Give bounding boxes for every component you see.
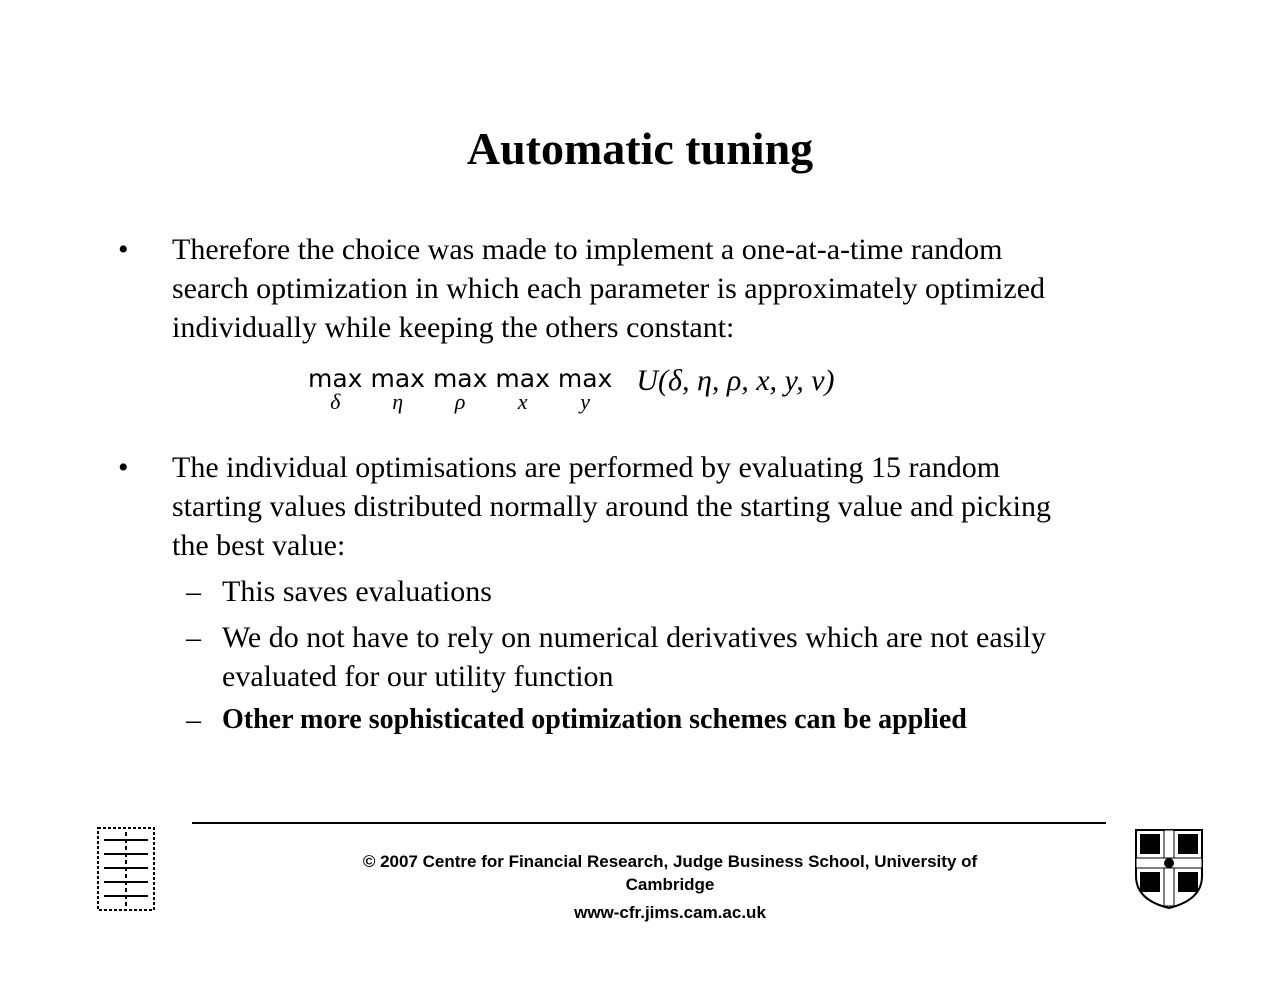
text-line: the best value: — [172, 529, 346, 562]
text-line: The individual optimisations are perform… — [172, 451, 1001, 484]
subscript: η — [392, 389, 404, 414]
text-line: This saves evaluations — [222, 575, 492, 608]
subscript: x — [517, 389, 528, 414]
slide-title: Automatic tuning — [466, 123, 814, 174]
footer-copyright: © 2007 Centre for Financial Research, Ju… — [362, 852, 978, 871]
cambridge-crest-icon — [1135, 829, 1203, 910]
footer-copyright-cont: Cambridge — [625, 875, 715, 894]
bullet-dot: • — [118, 233, 129, 266]
bullet-dot: • — [118, 451, 129, 484]
formula: max δ max η max ρ max x max y U(δ, η, ρ, x, y… — [308, 364, 835, 414]
text-line: search optimization in which each parame… — [172, 272, 1046, 305]
cfr-logo-icon — [97, 827, 155, 911]
footer-url[interactable]: www-cfr.jims.cam.ac.uk — [290, 903, 1050, 923]
text-line: evaluated for our utility function — [222, 660, 614, 693]
utility-expression: U(δ, η, ρ, x, y, ν) — [636, 364, 835, 397]
text-line: We do not have to rely on numerical deri… — [222, 621, 1046, 654]
text-line: individually while keeping the others co… — [172, 311, 735, 344]
subscript: ρ — [454, 389, 466, 414]
text-line: starting values distributed normally aro… — [172, 490, 1051, 523]
subscript: y — [580, 389, 590, 414]
footer-divider — [192, 822, 1106, 824]
text-line: Therefore the choice was made to impleme… — [172, 233, 1003, 266]
subscript: δ — [330, 389, 341, 414]
text-line: Other more sophisticated optimization sc… — [222, 704, 967, 735]
